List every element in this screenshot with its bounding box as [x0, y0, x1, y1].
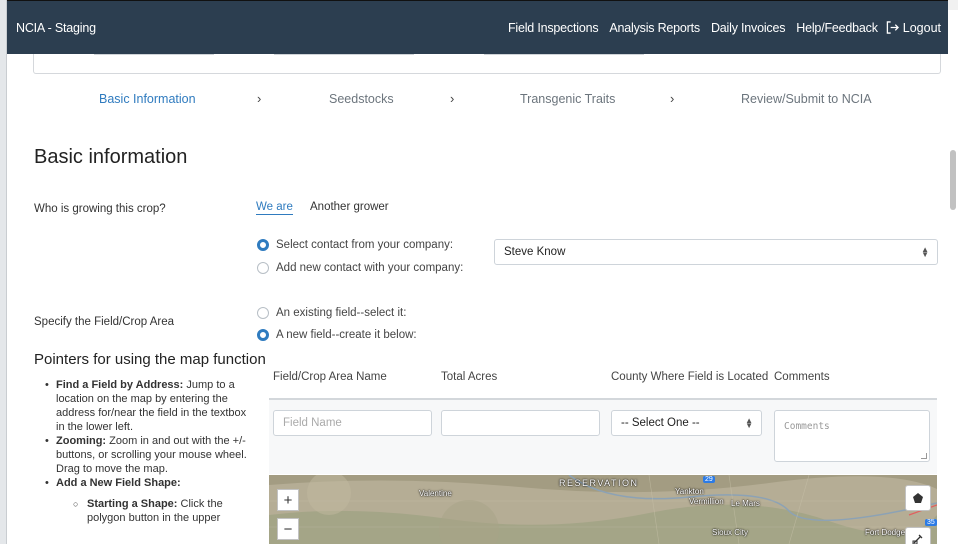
page-title: Basic information [34, 146, 188, 168]
col-header-county: County Where Field is Located [611, 371, 769, 383]
pointer-item: Zooming: Zoom in and out with the +/- bu… [45, 434, 251, 476]
chevron-right-icon: › [257, 91, 262, 106]
comments-textarea[interactable]: Comments [774, 410, 930, 462]
map-label-yankton: Yankton [675, 487, 704, 496]
pointer-subitem: Starting a Shape: Click the polygon butt… [73, 497, 251, 525]
pointer-sublist: Starting a Shape: Click the polygon butt… [73, 497, 251, 525]
app-frame: NCIA - Staging Field Inspections Analysi… [6, 0, 948, 544]
card-faint-text [274, 54, 414, 55]
highway-shield-35: 35 [925, 519, 937, 526]
total-acres-input[interactable] [441, 410, 600, 436]
scrollbar-track [948, 0, 958, 10]
nav-analysis-reports[interactable]: Analysis Reports [609, 21, 700, 35]
pointer-subitem-title: Starting a Shape: [87, 498, 178, 510]
logout-label: Logout [902, 20, 941, 35]
pointer-item-title: Add a New Field Shape: [56, 477, 181, 489]
radio-checked-icon [257, 329, 269, 341]
map-label-valentine: Valentine [419, 489, 452, 498]
edit-shape-icon [912, 534, 923, 544]
radio-label: A new field--create it below: [276, 329, 417, 341]
brand-title[interactable]: NCIA - Staging [16, 21, 96, 35]
resize-grip-icon[interactable] [921, 453, 927, 459]
pointers-title: Pointers for using the map function [34, 351, 266, 368]
pointer-item-title: Zooming: [56, 435, 107, 447]
chevron-right-icon: › [670, 91, 675, 106]
field-map[interactable]: RESERVATION Valentine Yankton Vermillion… [269, 475, 937, 544]
wizard-steps: Basic Information › Seedstocks › Transge… [7, 91, 948, 114]
zoom-out-button[interactable]: − [277, 518, 299, 540]
col-header-total-acres: Total Acres [441, 371, 498, 383]
radio-existing-field[interactable]: An existing field--select it: [257, 307, 406, 319]
logout-icon [886, 21, 899, 34]
pointer-item-title: Find a Field by Address: [56, 379, 184, 391]
col-header-comments: Comments [774, 371, 830, 383]
polygon-draw-button[interactable] [905, 485, 931, 511]
county-select[interactable]: -- Select One -- ▲ ▼ [611, 410, 762, 436]
scrollbar-thumb[interactable] [950, 150, 956, 210]
nav-help-feedback[interactable]: Help/Feedback [796, 21, 878, 35]
radio-new-field[interactable]: A new field--create it below: [257, 329, 417, 341]
radio-unchecked-icon [257, 307, 269, 319]
map-label-reservation: RESERVATION [559, 478, 639, 488]
polygon-draw-icon [913, 493, 923, 503]
highway-shield-29: 29 [703, 476, 715, 483]
nav-links: Field Inspections Analysis Reports Daily… [497, 21, 941, 35]
field-name-input[interactable]: Field Name [273, 410, 432, 436]
map-label-vermillion: Vermillion [689, 497, 724, 506]
zoom-in-button[interactable]: + [277, 489, 299, 511]
contact-select[interactable]: Steve Know ▲ ▼ [494, 239, 938, 265]
county-select-value: -- Select One -- [621, 417, 700, 429]
card-faint-text [94, 54, 214, 55]
sort-caret-icon: ▲ ▼ [745, 416, 753, 430]
card-faint-text [484, 54, 644, 55]
nav-field-inspections[interactable]: Field Inspections [508, 21, 599, 35]
map-label-le-mars: Le Mars [731, 499, 760, 508]
step-seedstocks[interactable]: Seedstocks [329, 92, 394, 106]
step-review-submit[interactable]: Review/Submit to NCIA [741, 92, 872, 106]
radio-label: Add new contact with your company: [276, 262, 464, 274]
pointer-item: Find a Field by Address: Jump to a locat… [45, 378, 251, 434]
grower-question: Who is growing this crop? [34, 203, 166, 215]
comments-placeholder: Comments [784, 421, 830, 432]
pointers-list: Find a Field by Address: Jump to a locat… [45, 378, 251, 525]
radio-label: Select contact from your company: [276, 239, 454, 251]
field-question: Specify the Field/Crop Area [34, 316, 174, 328]
sort-caret-icon: ▲ ▼ [921, 245, 929, 259]
radio-checked-icon [257, 239, 269, 251]
radio-add-contact[interactable]: Add new contact with your company: [257, 262, 463, 274]
radio-unchecked-icon [257, 262, 269, 274]
field-name-placeholder: Field Name [283, 417, 342, 429]
step-basic-information[interactable]: Basic Information [99, 92, 196, 106]
col-header-field-name: Field/Crop Area Name [273, 371, 387, 383]
contact-select-value: Steve Know [504, 246, 566, 258]
logout-button[interactable]: Logout [886, 21, 941, 35]
map-label-sioux-city: Sioux City [712, 528, 749, 537]
chevron-right-icon: › [450, 91, 455, 106]
top-navbar: NCIA - Staging Field Inspections Analysi… [7, 0, 948, 54]
page-scrollbar[interactable] [948, 0, 958, 544]
scrolled-card [33, 54, 941, 74]
radio-select-contact[interactable]: Select contact from your company: [257, 239, 453, 251]
edit-shape-button[interactable] [905, 527, 931, 544]
tab-we-are[interactable]: We are [256, 201, 293, 215]
map-label-fort-dodge: Fort Dodge [865, 528, 906, 537]
pointer-item: Add a New Field Shape: Starting a Shape:… [45, 476, 251, 525]
nav-daily-invoices[interactable]: Daily Invoices [711, 21, 786, 35]
tab-another-grower[interactable]: Another grower [310, 201, 389, 213]
step-transgenic-traits[interactable]: Transgenic Traits [520, 92, 615, 106]
radio-label: An existing field--select it: [276, 307, 407, 319]
